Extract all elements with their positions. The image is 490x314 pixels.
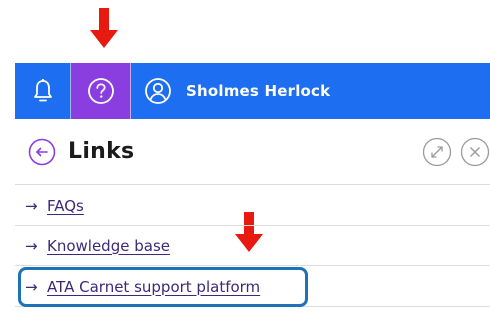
panel-actions bbox=[422, 137, 490, 167]
link-ata-carnet-support-platform[interactable]: → ATA Carnet support platform bbox=[15, 267, 490, 307]
panel-title: Links bbox=[68, 139, 135, 164]
link-label[interactable]: Knowledge base bbox=[47, 237, 170, 255]
back-arrow-icon[interactable] bbox=[28, 138, 56, 166]
question-circle-icon bbox=[87, 78, 114, 104]
notifications-button[interactable] bbox=[15, 63, 71, 119]
link-label[interactable]: ATA Carnet support platform bbox=[47, 278, 260, 296]
arrow-right-icon: → bbox=[25, 277, 38, 296]
user-name: Sholmes Herlock bbox=[186, 82, 331, 100]
arrow-right-icon: → bbox=[25, 196, 38, 215]
user-menu[interactable]: Sholmes Herlock bbox=[131, 63, 330, 119]
arrow-right-icon: → bbox=[25, 236, 38, 255]
user-circle-icon bbox=[145, 78, 171, 104]
help-button[interactable] bbox=[71, 63, 131, 119]
link-label[interactable]: FAQs bbox=[47, 197, 84, 215]
expand-icon[interactable] bbox=[422, 137, 452, 167]
close-icon[interactable] bbox=[460, 137, 490, 167]
link-knowledge-base[interactable]: → Knowledge base bbox=[15, 226, 490, 266]
top-bar: Sholmes Herlock bbox=[15, 63, 490, 119]
bell-icon bbox=[33, 79, 52, 102]
links-panel-header: Links bbox=[15, 119, 490, 185]
annotation-arrow-help bbox=[90, 8, 118, 50]
link-faqs[interactable]: → FAQs bbox=[15, 186, 490, 226]
